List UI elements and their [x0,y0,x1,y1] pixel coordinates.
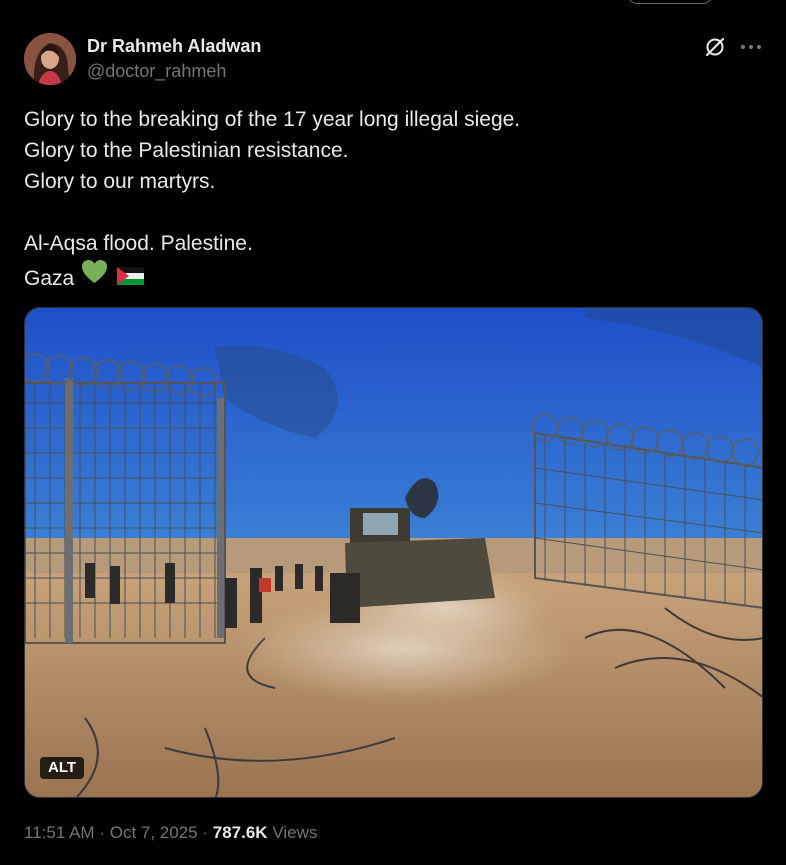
top-pill-button-edge[interactable] [628,0,712,4]
media-photo-image [25,308,762,797]
post-header: Dr Rahmeh Aladwan @doctor_rahmeh [24,33,764,85]
palestine-flag-icon [116,263,144,294]
meta-separator: · [202,823,209,842]
views-count[interactable]: 787.6K [213,823,268,842]
post-text-line: Gaza [24,259,764,290]
post-text: Glory to the breaking of the 17 year lon… [24,104,764,290]
views-label: Views [272,823,318,842]
avatar[interactable] [24,33,76,85]
post-text-line: Al-Aqsa flood. Palestine. [24,232,253,255]
avatar-image [24,33,76,85]
post-media-photo[interactable] [24,307,763,798]
author-handle[interactable]: @doctor_rahmeh [87,59,261,83]
more-options-icon[interactable] [738,36,764,58]
post-date[interactable]: Oct 7, 2025 [110,823,198,842]
post-text-gaza: Gaza [24,267,75,290]
meta-separator: · [99,823,105,842]
alt-text-badge[interactable]: ALT [40,757,85,779]
post-text-line: Glory to the Palestinian resistance. [24,139,349,162]
author-display-name[interactable]: Dr Rahmeh Aladwan [87,35,261,57]
grok-icon[interactable] [704,36,726,58]
green-heart-icon [81,259,108,294]
post-text-line: Glory to the breaking of the 17 year lon… [24,108,521,131]
post-meta: 11:51 AM · Oct 7, 2025 · 787.6K Views [24,822,764,844]
post-text-line [24,197,764,228]
post-text-line: Glory to our martyrs. [24,170,216,193]
author-info: Dr Rahmeh Aladwan @doctor_rahmeh [87,35,261,83]
post-time[interactable]: 11:51 AM [24,823,95,842]
